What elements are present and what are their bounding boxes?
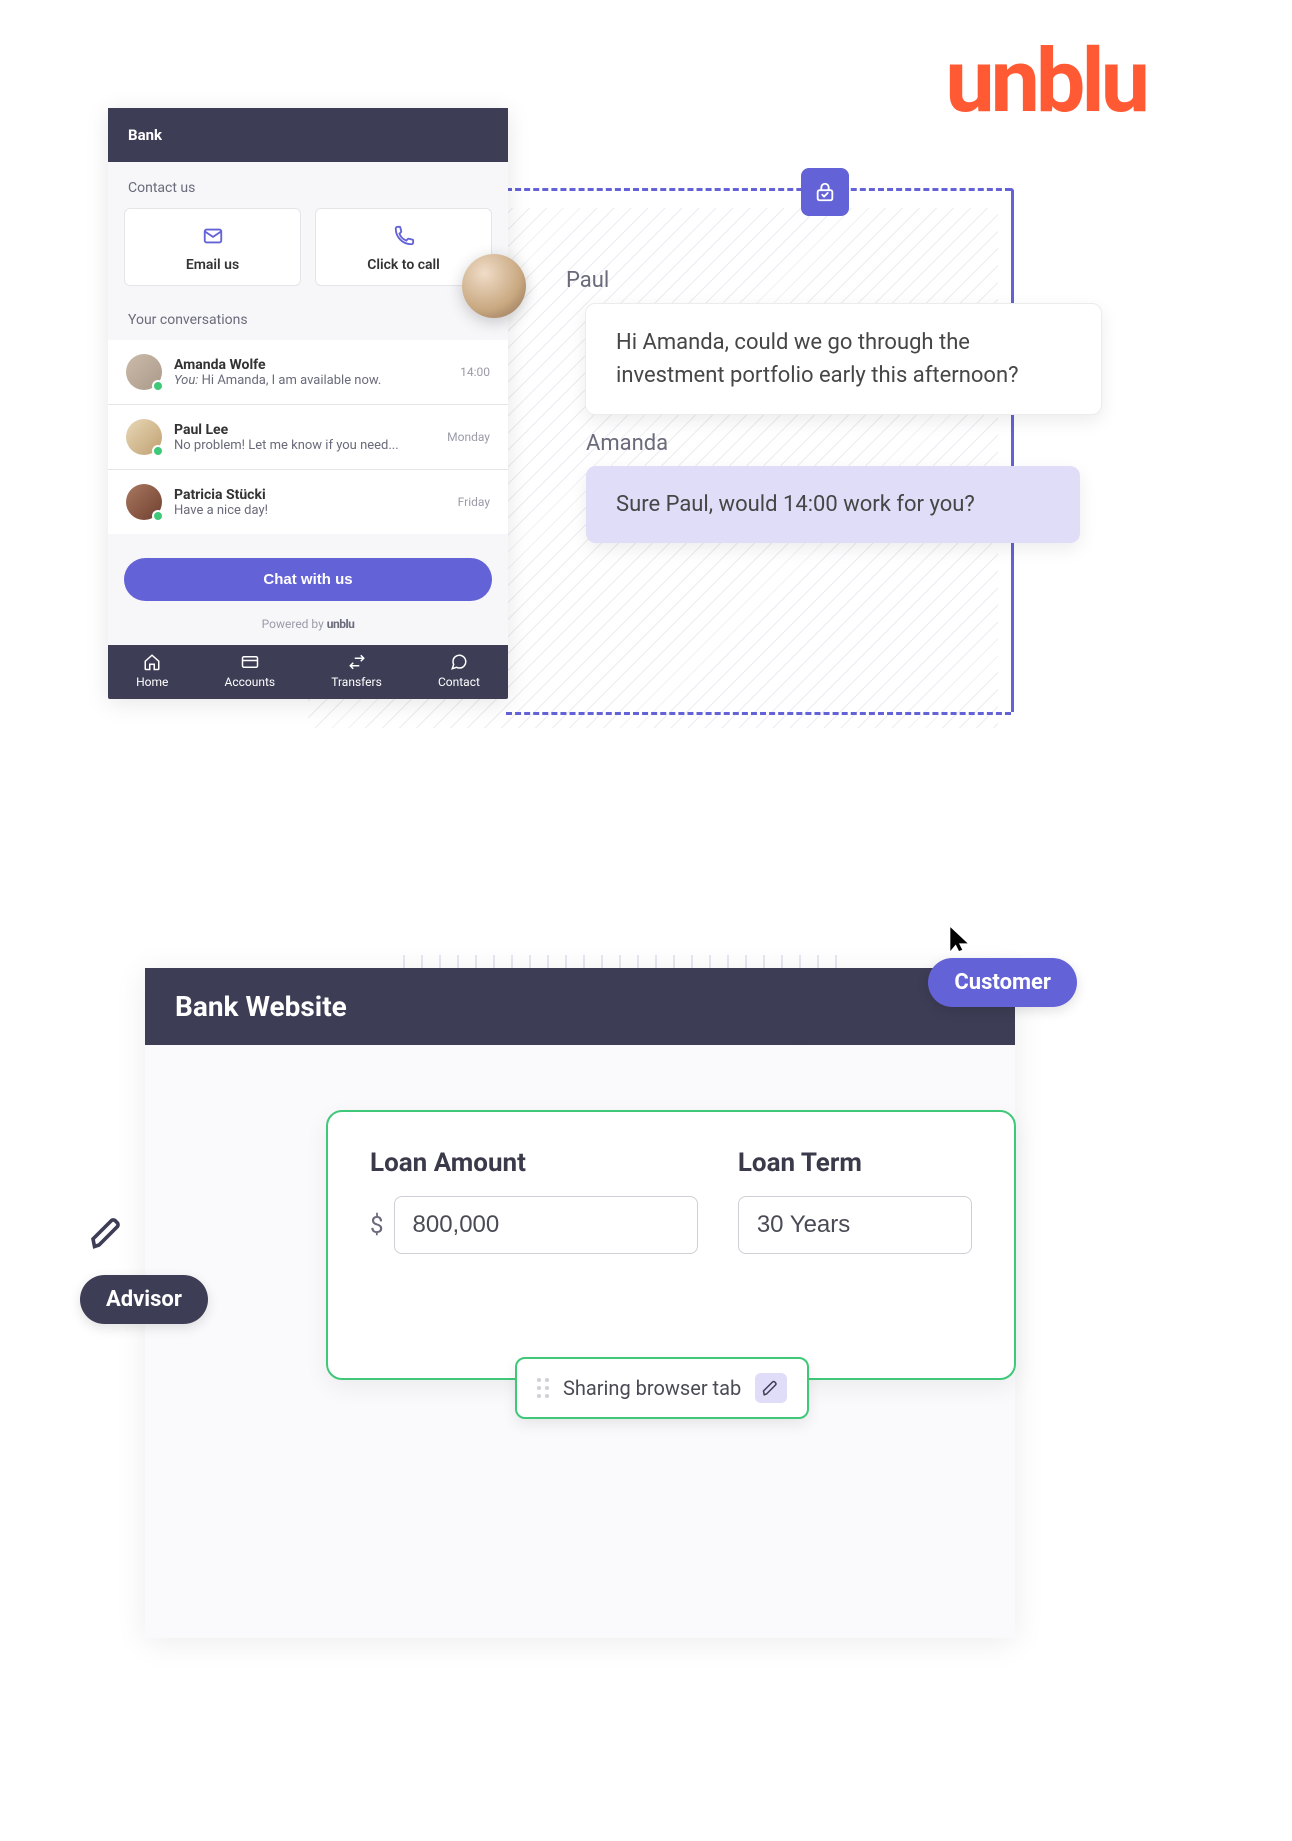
conversation-name: Amanda Wolfe: [174, 357, 448, 373]
sharing-label: Sharing browser tab: [563, 1376, 741, 1400]
loan-amount-input[interactable]: [394, 1196, 698, 1254]
chat-with-us-button[interactable]: Chat with us: [124, 558, 492, 601]
presence-icon: [152, 380, 164, 392]
annotate-icon[interactable]: [755, 1373, 787, 1403]
conversation-preview: You: Hi Amanda, I am available now.: [174, 373, 448, 388]
nav-label: Transfers: [331, 675, 382, 689]
convo-section-title: Your conversations: [108, 294, 508, 340]
presence-icon: [152, 510, 164, 522]
currency-symbol: $: [370, 1211, 384, 1239]
nav-accounts[interactable]: Accounts: [225, 653, 276, 689]
loan-term-label: Loan Term: [738, 1148, 972, 1178]
chat-icon: [450, 653, 468, 671]
contact-section-title: Contact us: [108, 162, 508, 208]
loan-form-card: Loan Amount $ Loan Term: [326, 1110, 1016, 1380]
cursor-icon: [946, 923, 972, 953]
advisor-avatar: [462, 254, 526, 318]
call-label: Click to call: [367, 257, 440, 273]
loan-amount-label: Loan Amount: [370, 1148, 698, 1178]
phone-header: Bank: [108, 108, 508, 162]
bank-app-mock: Bank Contact us Email us Click to call Y…: [108, 108, 508, 699]
secure-link-line: [506, 188, 1011, 191]
conversation-preview: No problem! Let me know if you need...: [174, 438, 435, 453]
conversation-time: Monday: [447, 430, 490, 444]
conversation-name: Paul Lee: [174, 422, 435, 438]
messaging-panel: Bank Contact us Email us Click to call Y…: [108, 108, 1128, 790]
avatar: [126, 419, 162, 455]
pen-icon: [90, 1215, 126, 1251]
speaker-name-paul: Paul: [566, 268, 609, 293]
presence-icon: [152, 445, 164, 457]
lock-icon: [801, 168, 849, 216]
nav-label: Accounts: [225, 675, 276, 689]
phone-icon: [393, 225, 415, 247]
conversation-time: Friday: [458, 495, 490, 509]
nav-label: Contact: [438, 675, 480, 689]
email-us-card[interactable]: Email us: [124, 208, 301, 286]
conversation-item[interactable]: Paul Lee No problem! Let me know if you …: [108, 405, 508, 470]
nav-home[interactable]: Home: [136, 653, 168, 689]
advisor-badge: Advisor: [80, 1275, 208, 1324]
customer-badge: Customer: [928, 958, 1077, 1007]
secure-link-line: [1011, 188, 1014, 712]
nav-label: Home: [136, 675, 168, 689]
sharing-tab-pill[interactable]: Sharing browser tab: [515, 1357, 809, 1419]
nav-transfers[interactable]: Transfers: [331, 653, 382, 689]
secure-link-line: [506, 712, 1011, 715]
mail-icon: [202, 225, 224, 247]
avatar: [126, 354, 162, 390]
email-us-label: Email us: [186, 257, 239, 273]
conversation-time: 14:00: [460, 365, 490, 379]
bottom-nav: Home Accounts Transfers Contact: [108, 645, 508, 699]
powered-by: Powered by unblu: [108, 607, 508, 645]
loan-term-input[interactable]: [738, 1196, 972, 1254]
conversation-item[interactable]: Patricia Stücki Have a nice day! Friday: [108, 470, 508, 534]
speaker-name-amanda: Amanda: [586, 431, 668, 456]
avatar: [126, 484, 162, 520]
transfer-icon: [348, 653, 366, 671]
card-icon: [241, 653, 259, 671]
conversation-name: Patricia Stücki: [174, 487, 446, 503]
drag-handle-icon: [537, 1378, 549, 1398]
conversation-preview: Have a nice day!: [174, 503, 446, 518]
home-icon: [143, 653, 161, 671]
amanda-message-bubble: Sure Paul, would 14:00 work for you?: [586, 466, 1080, 543]
nav-contact[interactable]: Contact: [438, 653, 480, 689]
cobrowse-panel: Bank Website Customer Advisor Loan Amoun…: [50, 955, 1100, 1685]
website-title: Bank Website: [175, 990, 347, 1023]
paul-message-bubble: Hi Amanda, could we go through the inves…: [585, 303, 1102, 415]
conversation-item[interactable]: Amanda Wolfe You: Hi Amanda, I am availa…: [108, 340, 508, 405]
